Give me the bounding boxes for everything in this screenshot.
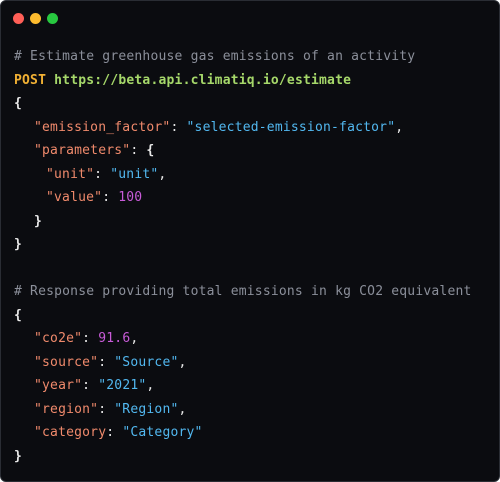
close-window-dot-icon[interactable] <box>13 13 24 24</box>
co2e-key: "co2e" <box>34 331 83 346</box>
http-method: POST <box>14 72 47 88</box>
code-line-request-open: { <box>14 92 472 116</box>
code-line-response-open: { <box>14 304 472 328</box>
window-titlebar <box>1 1 499 35</box>
co2e-value: 91.6 <box>98 331 131 346</box>
request-open-brace: { <box>14 96 23 111</box>
emission-factor-key: "emission_factor" <box>34 119 171 135</box>
value-key: "value" <box>46 190 103 205</box>
code-line-source: "source": "Source", <box>34 354 187 370</box>
parameters-open-brace: { <box>146 143 155 158</box>
code-line-request-endpoint: POST https://beta.api.climatiq.io/estima… <box>14 69 472 93</box>
category-key: "category <box>34 425 107 440</box>
unit-key: "unit" <box>46 166 95 182</box>
maximize-window-dot-icon[interactable] <box>47 13 58 24</box>
unit-value: "unit" <box>110 166 159 182</box>
response-open-brace: { <box>14 307 23 323</box>
code-line-response-close: } <box>14 445 472 469</box>
code-line-year: "year": "2021", <box>34 378 155 393</box>
code-line-unit: "unit": "unit", <box>46 166 167 182</box>
value-number: 100 <box>118 190 143 205</box>
code-window: # Estimate greenhouse gas emissions of a… <box>0 0 500 482</box>
code-line-region: "region": "Region", <box>34 401 187 417</box>
code-line-response-comment: # Response providing total emissions in … <box>14 280 472 304</box>
request-comment: # Estimate greenhouse gas emissions of a… <box>14 49 416 64</box>
minimize-window-dot-icon[interactable] <box>30 13 41 24</box>
source-key: "source" <box>34 354 99 370</box>
region-key: "region" <box>34 401 99 417</box>
category-value: "Category" <box>122 425 203 440</box>
request-close-brace: } <box>14 237 23 252</box>
code-line-value: "value": 100 <box>46 190 143 205</box>
response-comment: # Response providing total emissions in … <box>14 284 472 299</box>
year-value: "2021" <box>98 378 147 393</box>
source-value: "Source" <box>114 354 179 370</box>
endpoint-url: https://beta.api.climatiq.io/estimate <box>54 72 352 88</box>
parameters-close-brace: } <box>34 213 43 229</box>
parameters-key: "parameters" <box>34 143 131 158</box>
code-line-parameters: "parameters": { <box>34 143 155 158</box>
code-line-request-close: } <box>14 233 472 257</box>
response-close-brace: } <box>14 448 23 464</box>
code-block: # Estimate greenhouse gas emissions of a… <box>14 45 472 468</box>
region-value: "Region" <box>114 401 179 417</box>
code-line-emission-factor: "emission_factor": "selected-emission-fa… <box>34 119 404 135</box>
year-key: "year" <box>34 378 83 393</box>
emission-factor-value: "selected-emission-factor" <box>186 119 396 135</box>
code-line-request-comment: # Estimate greenhouse gas emissions of a… <box>14 45 472 69</box>
code-line-parameters-close: } <box>14 210 472 234</box>
code-line-co2e: "co2e": 91.6, <box>34 331 139 346</box>
code-line-category: "category: "Category" <box>34 425 203 440</box>
